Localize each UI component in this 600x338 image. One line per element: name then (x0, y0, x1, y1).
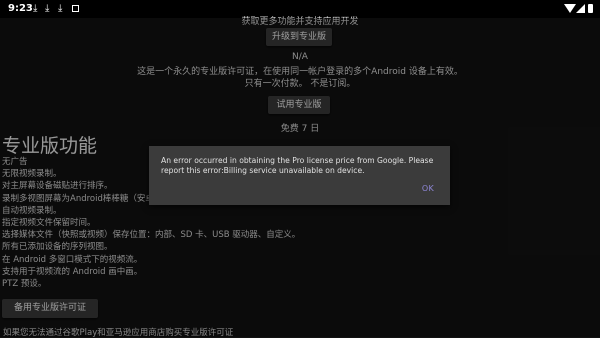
ok-button[interactable]: OK (415, 184, 441, 196)
square-icon (72, 5, 79, 12)
cell-signal-icon (576, 4, 585, 13)
wifi-icon (564, 4, 576, 13)
dialog-message: An error occurred in obtaining the Pro l… (161, 156, 434, 175)
error-dialog: An error occurred in obtaining the Pro l… (149, 146, 450, 205)
status-time: 9:23 (8, 3, 33, 14)
battery-icon (588, 4, 593, 13)
